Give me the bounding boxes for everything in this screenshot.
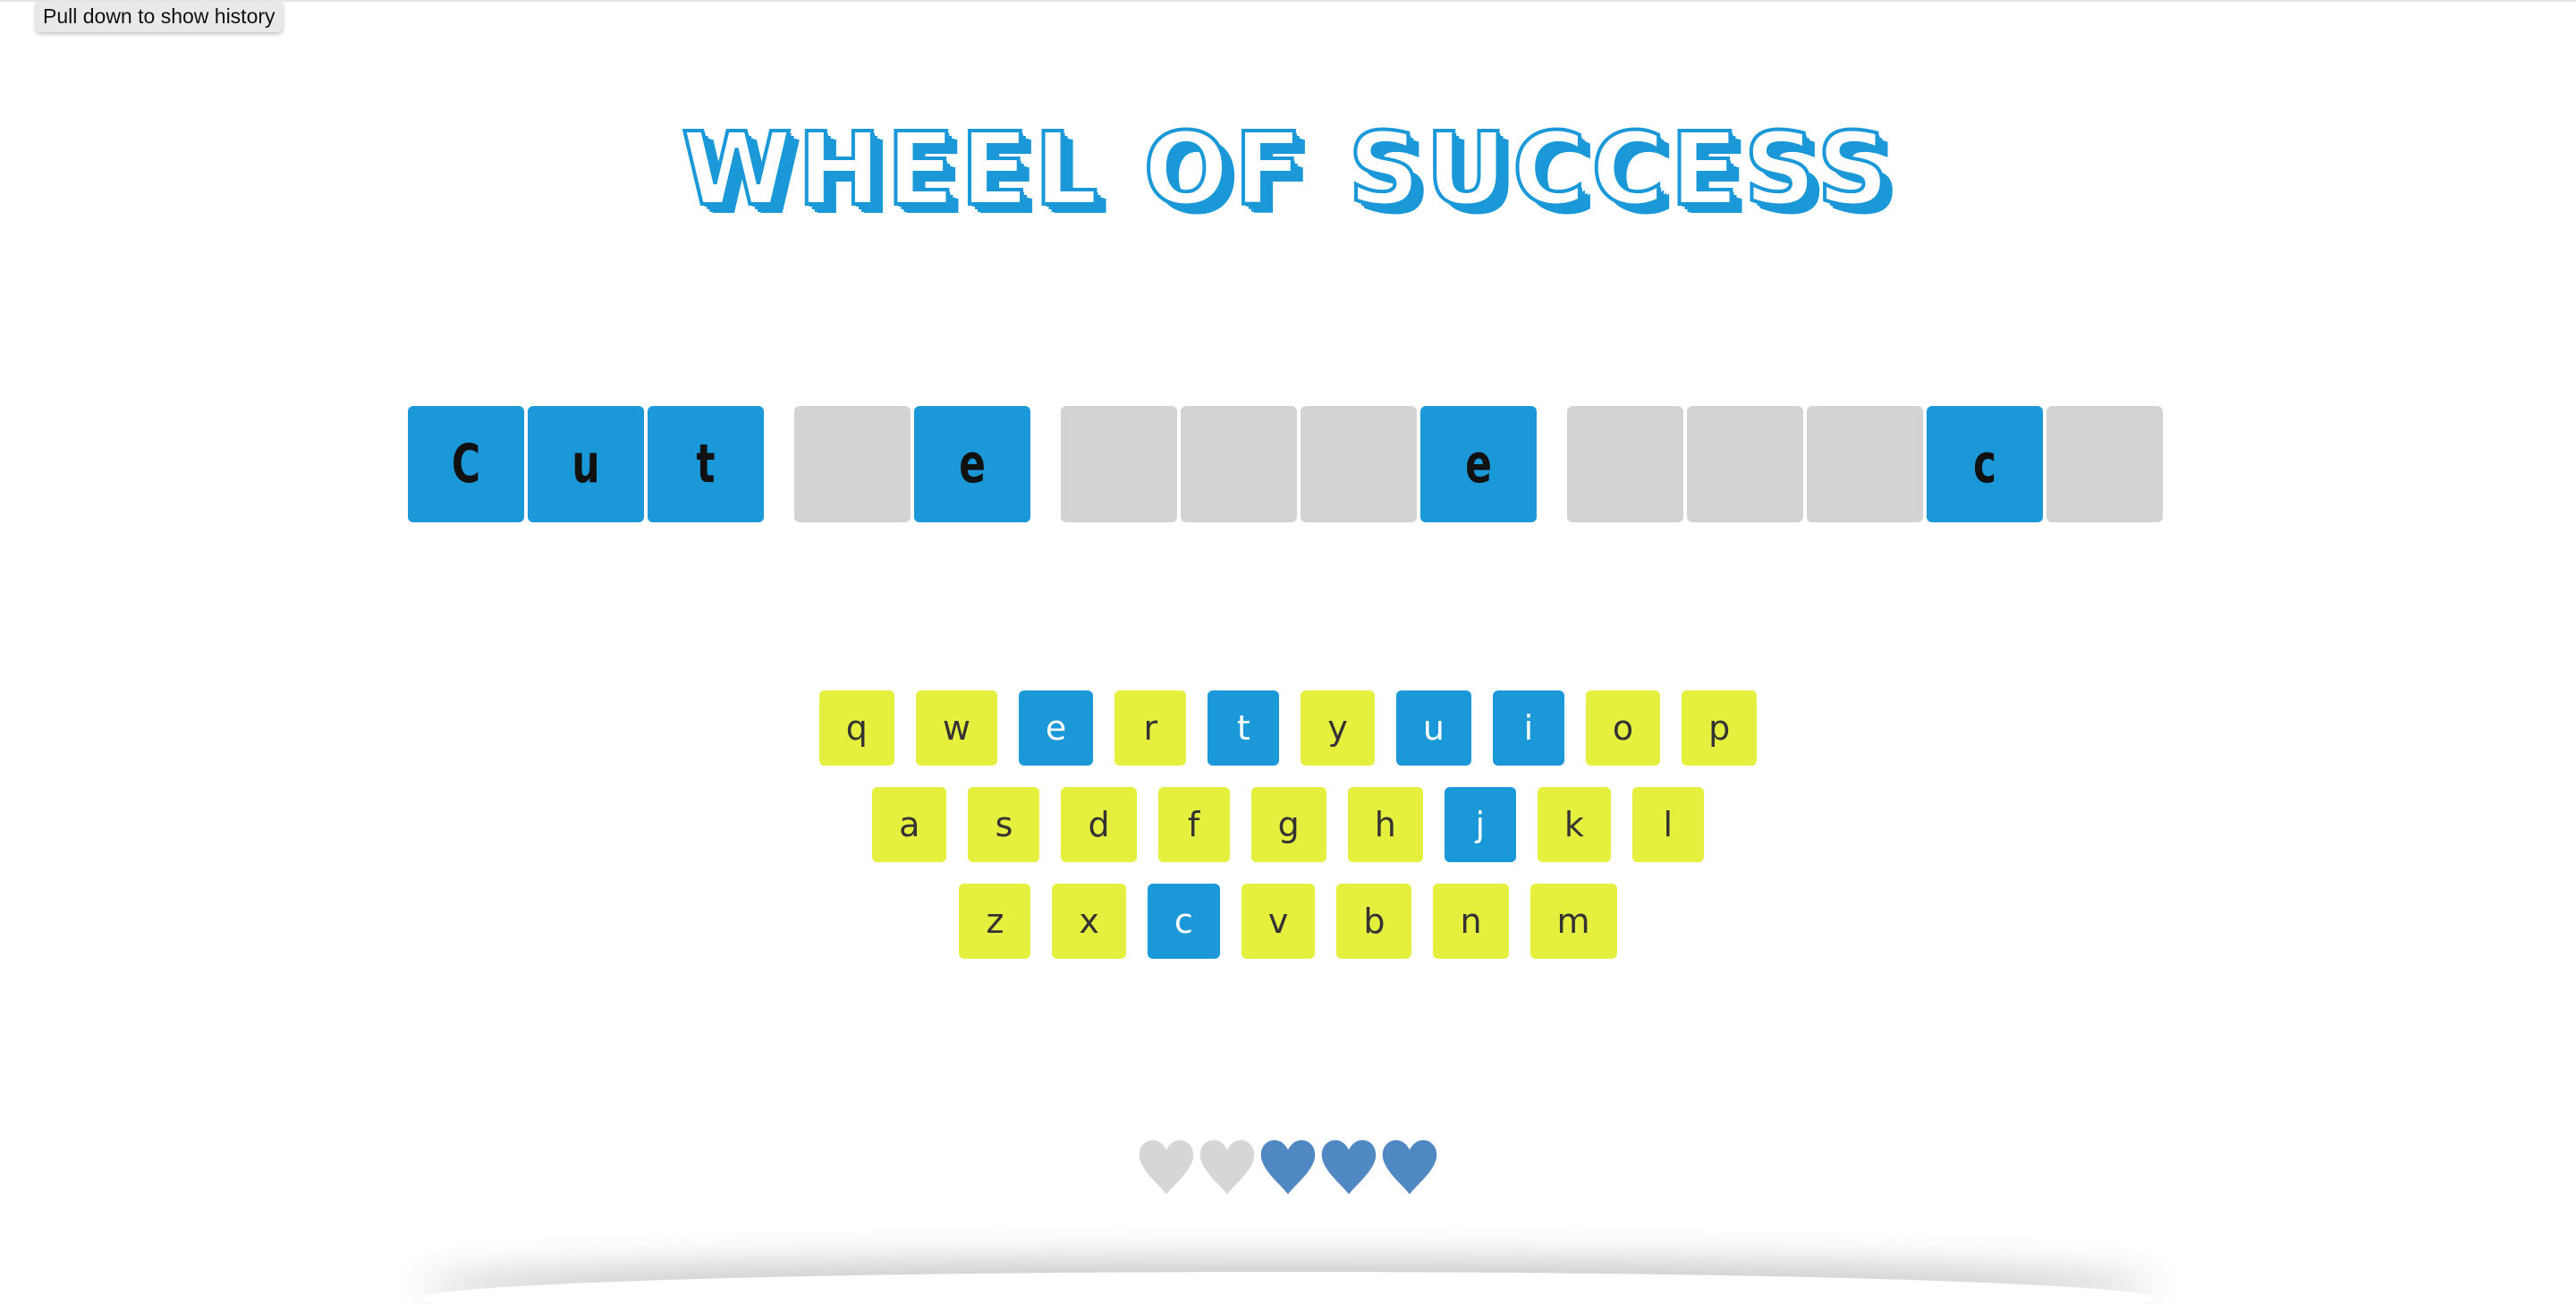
key-m[interactable]: m [1530,884,1617,959]
letter-keyboard: qwertyuiop asdfghjkl zxcvbnm [0,690,2576,980]
heart-full-icon [1260,1139,1316,1195]
key-u[interactable]: u [1395,690,1471,766]
heart-full-icon [1321,1139,1377,1195]
heart-full-icon [1382,1139,1437,1195]
history-tooltip: Pull down to show history [36,2,283,32]
keyboard-row: asdfghjkl [0,787,2576,864]
key-k[interactable]: k [1537,787,1611,862]
letter-tile-hidden [1181,406,1297,522]
tile-letter: c [1972,433,1997,495]
key-r[interactable]: r [1114,690,1187,766]
key-h[interactable]: h [1347,787,1423,862]
puzzle-board: Cu t e e c [408,406,2163,522]
letter-tile-hidden [794,406,911,522]
keyboard-row: zxcvbnm [0,884,2576,961]
key-s[interactable]: s [968,787,1040,862]
game-page: Pull down to show history WHEEL OF SUCCE… [0,0,2576,1304]
tile-letter: C [451,433,481,495]
key-v[interactable]: v [1241,884,1316,959]
key-d[interactable]: d [1061,787,1137,862]
key-a[interactable]: a [872,787,947,862]
tile-letter: u [572,433,600,495]
key-z[interactable]: z [959,884,1031,959]
letter-tile-revealed: t [648,406,764,522]
lives-indicator [0,1138,2576,1197]
heart-empty-icon [1199,1139,1255,1195]
key-j[interactable]: j [1444,787,1516,862]
letter-tile-revealed: C [408,406,524,522]
puzzle-word: Cu t [408,406,764,522]
puzzle-word: e [794,406,1030,522]
keyboard-row: qwertyuiop [0,690,2576,767]
letter-tile-revealed: c [1927,406,2043,522]
letter-tile-hidden [1807,406,1923,522]
tile-letter: t [696,433,716,495]
key-o[interactable]: o [1585,690,1661,766]
key-p[interactable]: p [1682,690,1758,766]
key-y[interactable]: y [1301,690,1375,766]
tile-letter: e [959,433,986,495]
key-l[interactable]: l [1631,787,1704,862]
letter-tile-hidden [1567,406,1683,522]
bottom-panel-shadow [420,1272,2156,1304]
tile-letter: e [1465,433,1492,495]
letter-tile-revealed: e [1420,406,1537,522]
key-g[interactable]: g [1250,787,1326,862]
letter-tile-hidden [1687,406,1803,522]
key-c[interactable]: c [1147,884,1220,959]
letter-tile-hidden [1301,406,1417,522]
key-i[interactable]: i [1492,690,1564,766]
key-w[interactable]: w [915,690,997,766]
letter-tile-hidden [1061,406,1177,522]
puzzle-word: e [1061,406,1537,522]
heart-empty-icon [1139,1139,1194,1195]
key-q[interactable]: q [818,690,894,766]
key-x[interactable]: x [1052,884,1126,959]
key-t[interactable]: t [1208,690,1280,766]
page-title: WHEEL OF SUCCESS [680,110,1895,230]
letter-tile-revealed: u [528,406,644,522]
puzzle-word: c [1567,406,2163,522]
key-n[interactable]: n [1433,884,1509,959]
letter-tile-hidden [2046,406,2163,522]
key-f[interactable]: f [1157,787,1230,862]
letter-tile-revealed: e [914,406,1030,522]
key-b[interactable]: b [1336,884,1412,959]
key-e[interactable]: e [1018,690,1094,766]
